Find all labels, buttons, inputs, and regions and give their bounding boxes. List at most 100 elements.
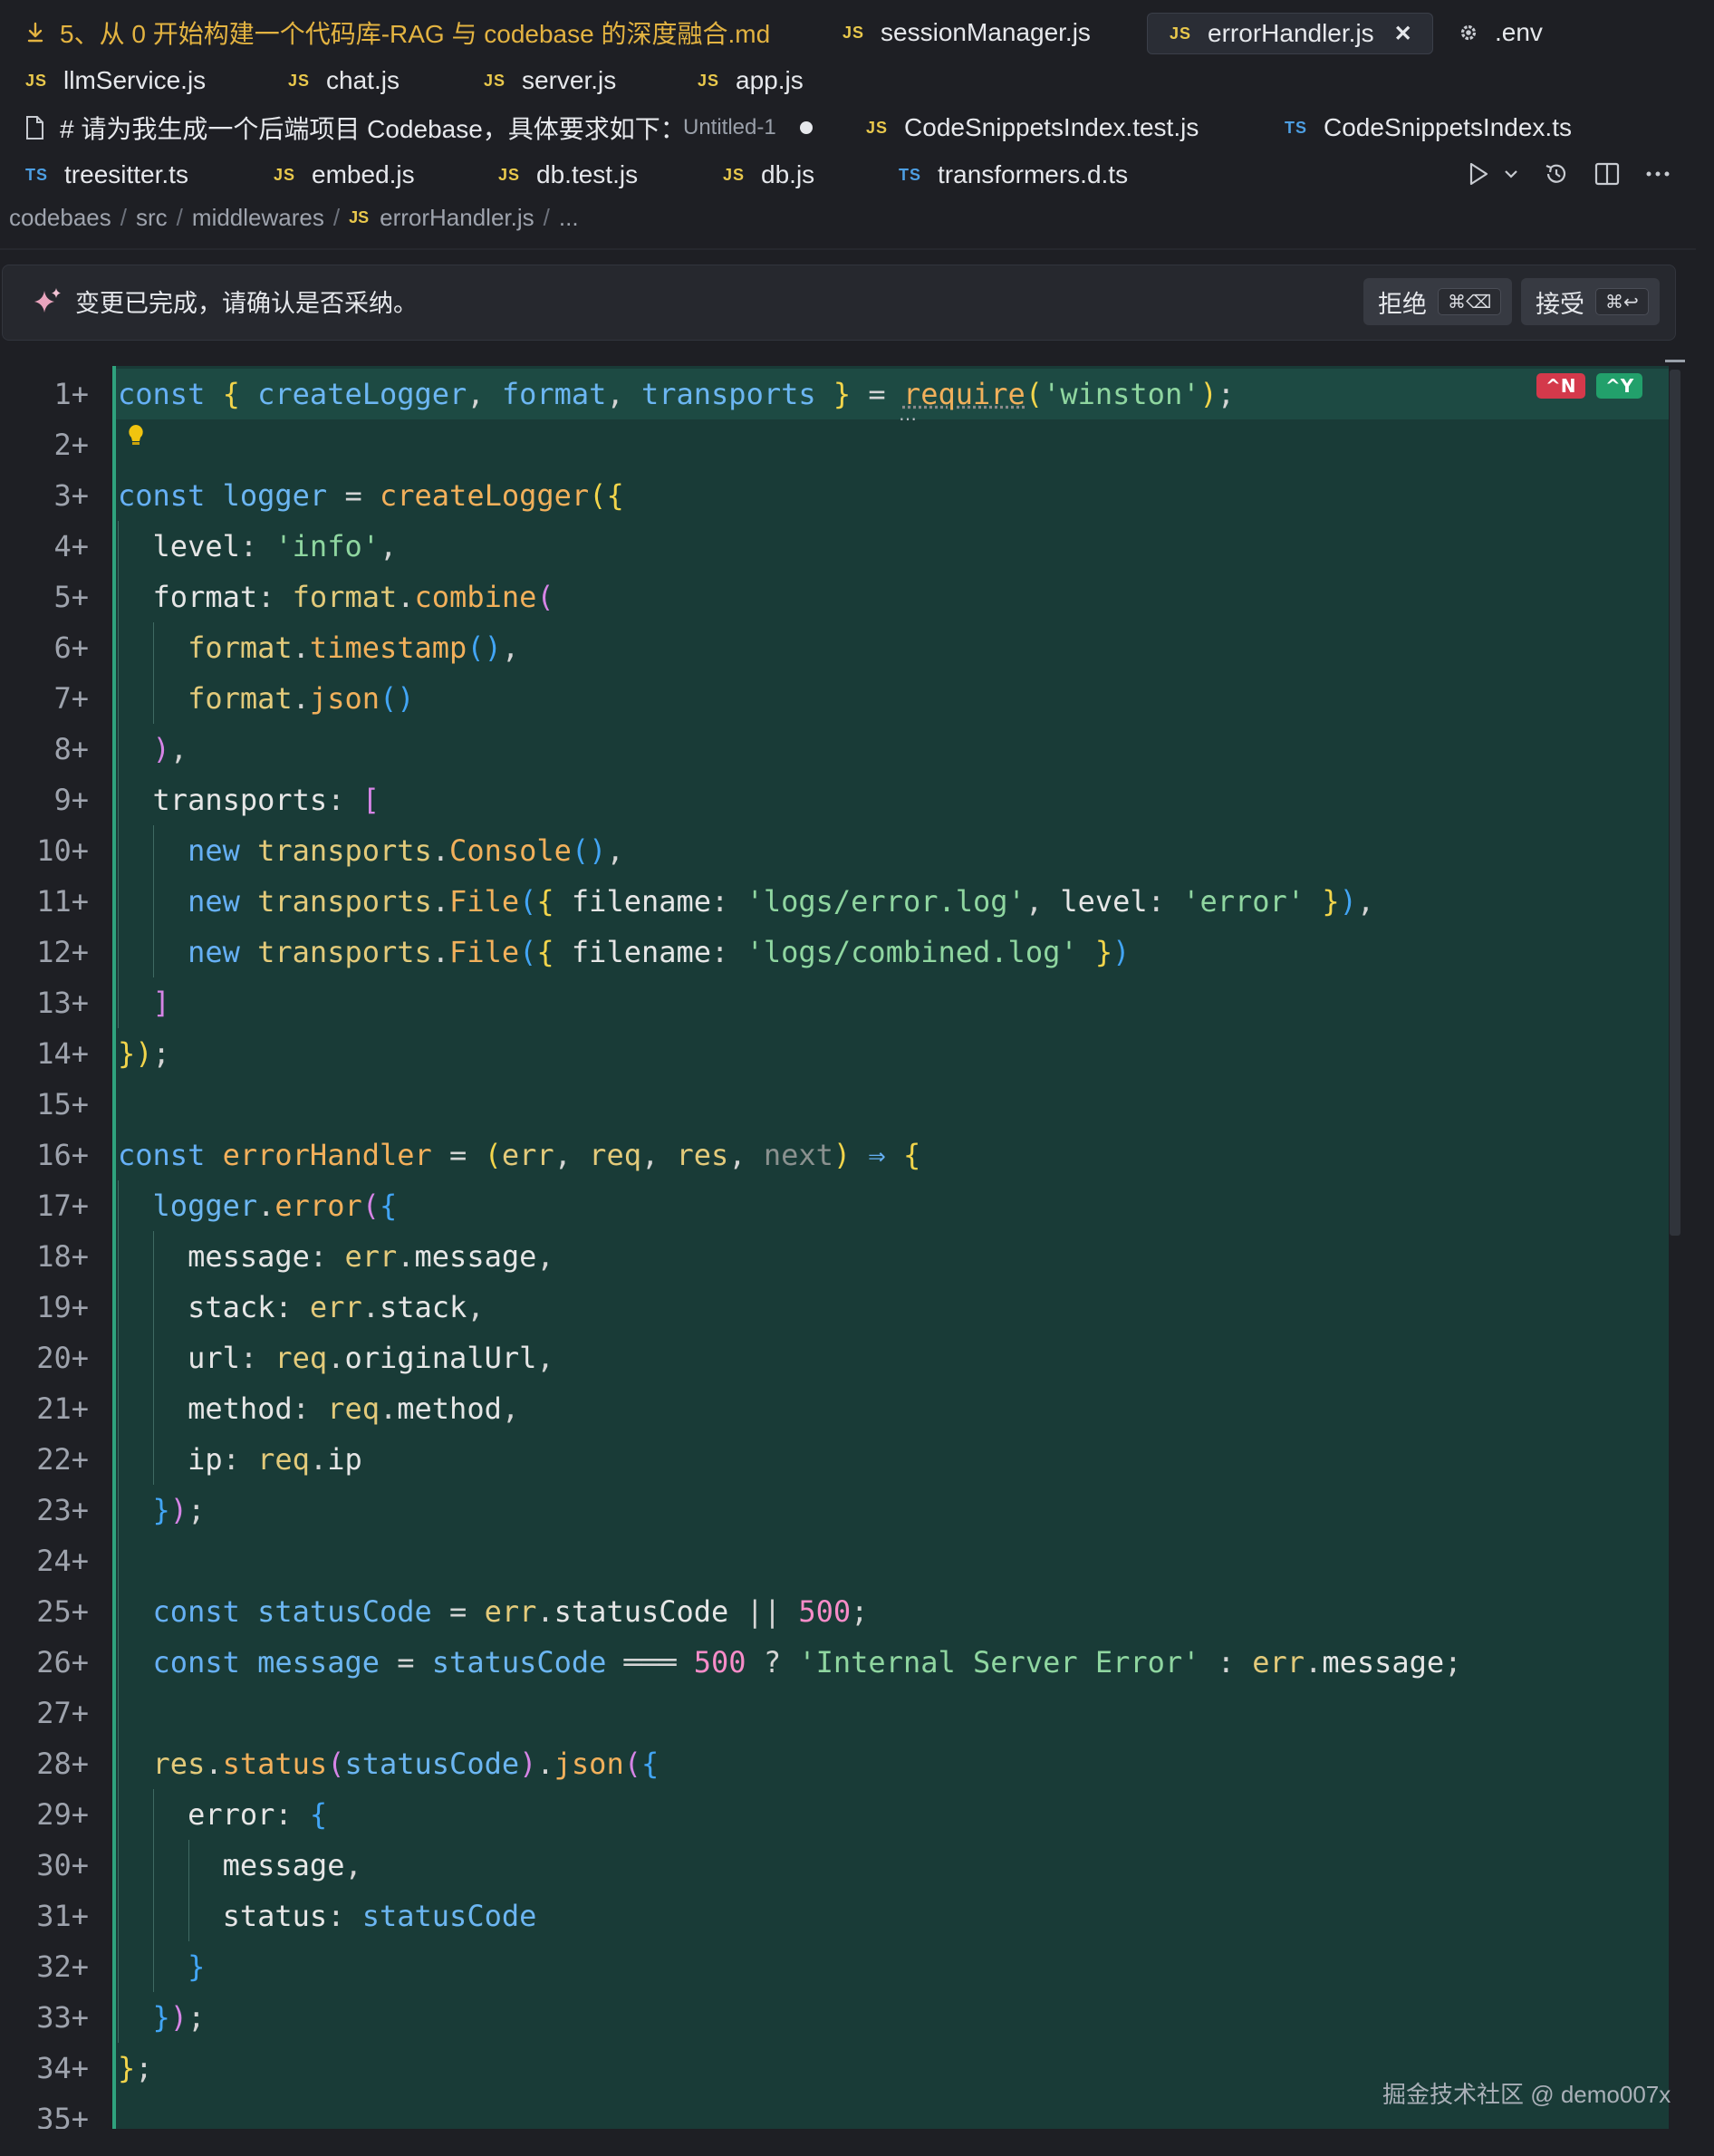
- tab-transformers[interactable]: TS transformers.d.ts: [899, 154, 1128, 196]
- line-number: 17+: [36, 1189, 89, 1223]
- bottom-strip: [0, 2129, 1714, 2156]
- indent-guide: [188, 1840, 189, 1941]
- tab-label: errorHandler.js: [1208, 19, 1374, 47]
- diff-added-bar: [112, 366, 116, 2129]
- line-number: 5+: [53, 580, 89, 614]
- js-file-icon: JS: [1170, 24, 1192, 43]
- tab-label: transformers.d.ts: [938, 160, 1129, 188]
- line-number: 9+: [53, 783, 89, 817]
- tab-error-handler[interactable]: JS errorHandler.js ✕: [1147, 13, 1433, 54]
- markdown-preview-icon: [24, 21, 47, 44]
- history-icon[interactable]: [1538, 156, 1574, 192]
- js-file-icon: JS: [723, 165, 746, 184]
- tab-label: # 请为我生成一个后端项目 Codebase，具体要求如下：: [60, 115, 686, 143]
- ai-change-banner: 变更已完成，请确认是否采纳。 拒绝 ⌘⌫ 接受 ⌘↩: [2, 265, 1676, 341]
- accept-shortcut: ⌘↩: [1595, 288, 1649, 315]
- line-number: 11+: [36, 884, 89, 919]
- js-file-icon: JS: [25, 71, 48, 90]
- more-icon[interactable]: [1640, 156, 1676, 192]
- breadcrumb-separator: /: [332, 203, 341, 231]
- reject-line-badge[interactable]: ^N: [1536, 373, 1585, 399]
- line-number: 16+: [36, 1138, 89, 1172]
- tab-label: app.js: [736, 66, 804, 94]
- breadcrumb-item-folder[interactable]: codebaes: [9, 204, 111, 232]
- code-line: transports: [: [152, 783, 380, 817]
- code-line: stack: err.stack,: [188, 1290, 485, 1324]
- ts-file-icon: TS: [25, 165, 49, 184]
- line-number: 30+: [36, 1848, 89, 1882]
- tab-treesitter[interactable]: TS treesitter.ts: [25, 154, 188, 196]
- code-line: new transports.File({ filename: 'logs/co…: [188, 935, 1131, 969]
- code-line: status: statusCode: [222, 1899, 537, 1933]
- ts-file-icon: TS: [899, 165, 922, 184]
- line-number: 32+: [36, 1949, 89, 1984]
- line-number: 7+: [53, 681, 89, 716]
- line-number: 14+: [36, 1036, 89, 1071]
- line-number: 27+: [36, 1696, 89, 1730]
- tab-app[interactable]: JS app.js: [698, 60, 804, 101]
- code-line: error: {: [188, 1797, 328, 1832]
- reject-button[interactable]: 拒绝 ⌘⌫: [1363, 278, 1513, 325]
- run-icon[interactable]: [1460, 156, 1497, 192]
- code-line: format.timestamp(),: [188, 630, 520, 665]
- code-line: });: [152, 1493, 206, 1527]
- tab-label: db.js: [761, 160, 815, 188]
- close-icon[interactable]: ✕: [1394, 21, 1412, 47]
- tab-llm-service[interactable]: JS llmService.js: [25, 60, 206, 101]
- tab-label: llmService.js: [63, 66, 207, 94]
- tab-markdown-preview[interactable]: 5、从 0 开始构建一个代码库-RAG 与 codebase 的深度融合.md: [24, 12, 770, 53]
- code-line: const message = statusCode ═══ 500 ? 'In…: [152, 1645, 1462, 1680]
- ts-file-icon: TS: [1285, 118, 1308, 137]
- tab-prompt-doc[interactable]: # 请为我生成一个后端项目 Codebase，具体要求如下：: [24, 107, 686, 149]
- line-number: 3+: [53, 478, 89, 513]
- code-line: });: [152, 2000, 206, 2035]
- tab-label: 5、从 0 开始构建一个代码库-RAG 与 codebase 的深度融合.md: [60, 20, 771, 48]
- file-icon: [24, 115, 45, 140]
- chevron-down-icon[interactable]: [1495, 156, 1527, 192]
- js-file-icon: JS: [349, 207, 370, 226]
- line-number: 29+: [36, 1797, 89, 1832]
- line-number: 21+: [36, 1391, 89, 1426]
- accept-button[interactable]: 接受 ⌘↩: [1521, 278, 1660, 325]
- tab-server[interactable]: JS server.js: [484, 60, 616, 101]
- tab-code-snippets-test[interactable]: JS CodeSnippetsIndex.test.js: [866, 107, 1199, 149]
- tab-untitled[interactable]: Untitled-1: [683, 107, 813, 149]
- breadcrumb: codebaes / src / middlewares / JS errorH…: [9, 201, 579, 234]
- tab-label: CodeSnippetsIndex.test.js: [904, 113, 1199, 141]
- code-line: new transports.File({ filename: 'logs/er…: [188, 884, 1375, 919]
- tab-env[interactable]: .env: [1457, 12, 1543, 53]
- js-file-icon: JS: [698, 71, 720, 90]
- line-number: 33+: [36, 2000, 89, 2035]
- accept-line-badge[interactable]: ^Y: [1596, 373, 1643, 399]
- divider: [0, 248, 1696, 250]
- code-line: ),: [152, 732, 188, 766]
- scrollbar-thumb[interactable]: [1670, 370, 1680, 1236]
- tab-embed[interactable]: JS embed.js: [274, 154, 415, 196]
- unsaved-dot-icon: [799, 121, 813, 134]
- line-number: 15+: [36, 1087, 89, 1121]
- breadcrumb-item-symbols[interactable]: ...: [559, 204, 579, 232]
- tab-db-test[interactable]: JS db.test.js: [498, 154, 638, 196]
- lightbulb-icon[interactable]: [125, 422, 147, 449]
- reject-label: 拒绝: [1378, 290, 1427, 318]
- tab-session-manager[interactable]: JS sessionManager.js: [843, 12, 1091, 53]
- breadcrumb-item-folder[interactable]: src: [136, 204, 168, 232]
- line-number: 23+: [36, 1493, 89, 1527]
- line-number: 22+: [36, 1442, 89, 1477]
- code-line: res.status(statusCode).json({: [152, 1747, 660, 1781]
- breadcrumb-item-file[interactable]: errorHandler.js: [380, 204, 534, 232]
- breadcrumb-item-folder[interactable]: middlewares: [192, 204, 324, 232]
- code-line: }: [188, 1949, 206, 1984]
- tab-code-snippets-index[interactable]: TS CodeSnippetsIndex.ts: [1285, 107, 1572, 149]
- line-number: 6+: [53, 630, 89, 665]
- line-number: 28+: [36, 1747, 89, 1781]
- tab-db[interactable]: JS db.js: [723, 154, 814, 196]
- watermark: 掘金技术社区 @ demo007x: [1382, 2081, 1671, 2108]
- tab-label: db.test.js: [536, 160, 639, 188]
- indent-guide: [118, 521, 119, 1028]
- indent-guide: [153, 1231, 154, 1485]
- tab-chat[interactable]: JS chat.js: [288, 60, 400, 101]
- split-editor-icon[interactable]: [1589, 156, 1625, 192]
- line-number: 25+: [36, 1594, 89, 1629]
- reject-shortcut: ⌘⌫: [1438, 288, 1502, 315]
